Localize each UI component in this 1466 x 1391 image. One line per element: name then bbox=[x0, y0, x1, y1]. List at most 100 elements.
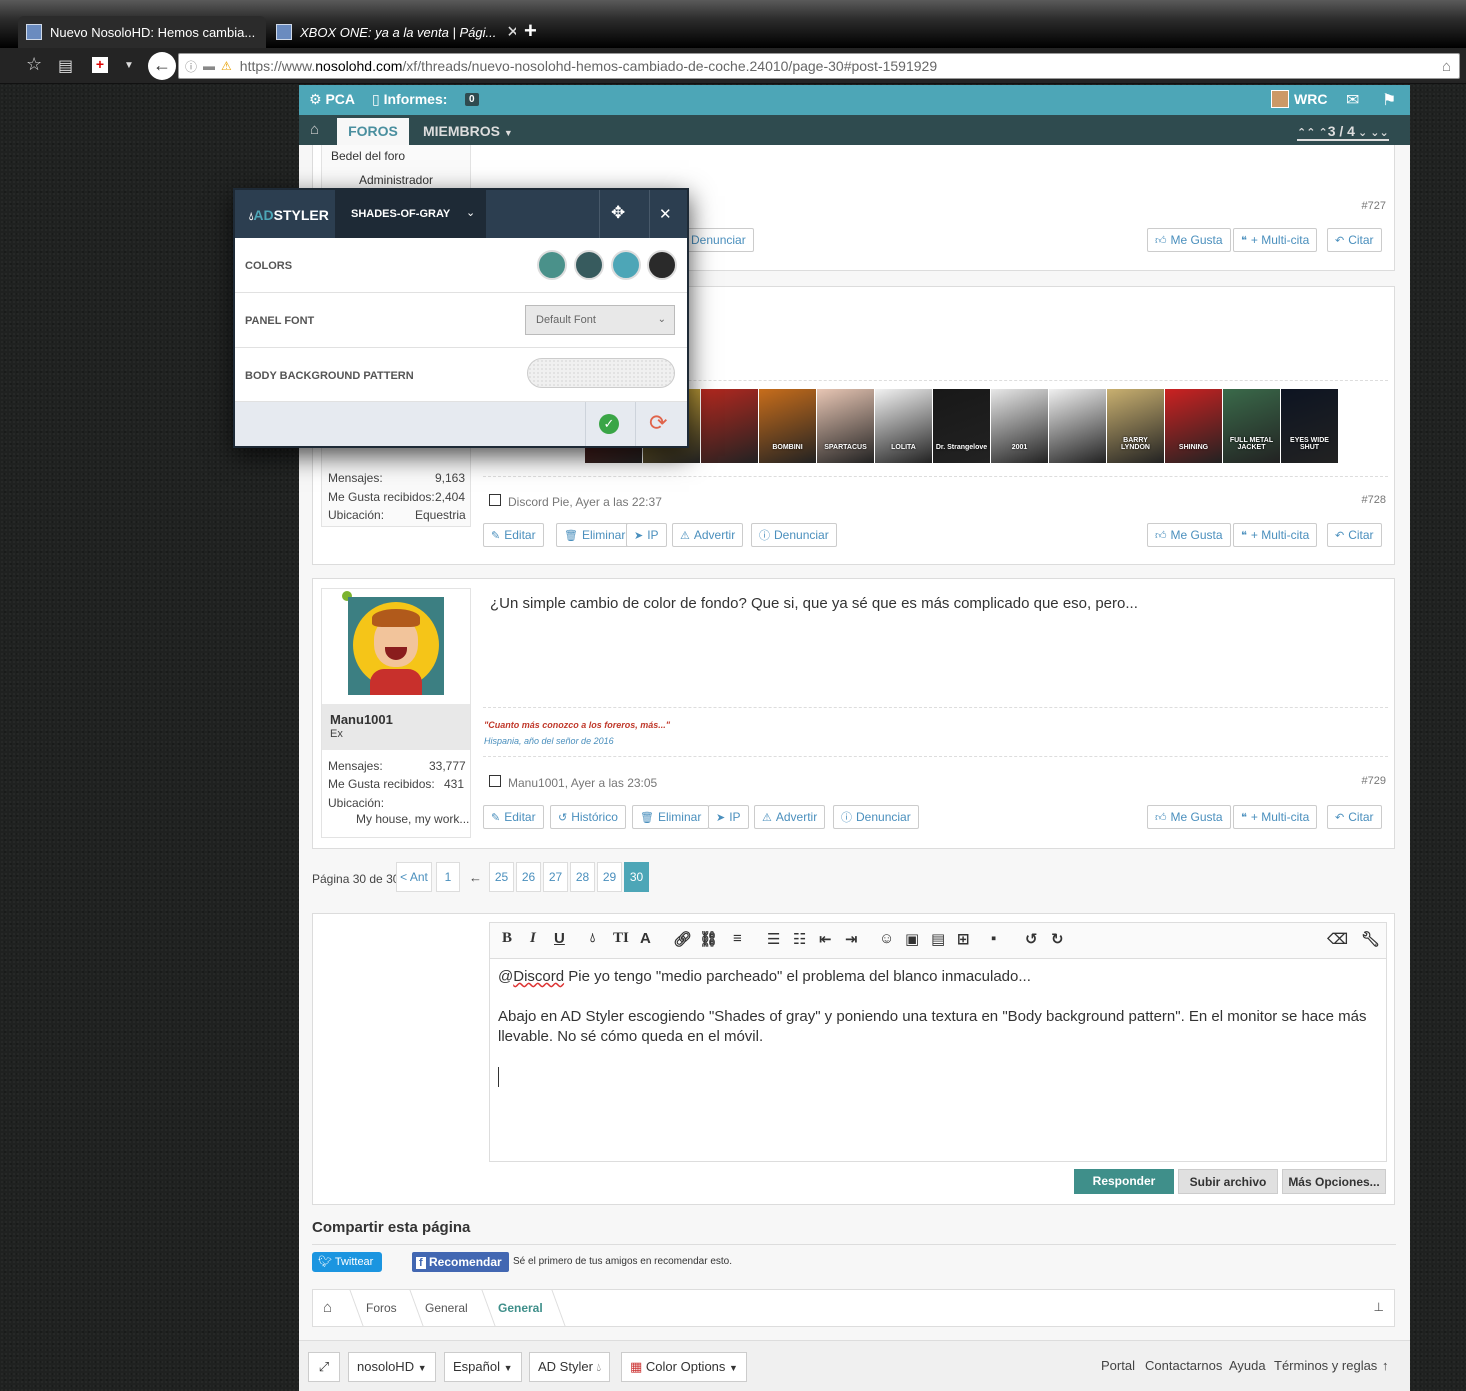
page-jump-icon[interactable]: ← bbox=[469, 870, 482, 885]
ip-button[interactable]: ➤ IP bbox=[626, 523, 667, 547]
close-icon[interactable]: ✕ bbox=[659, 205, 672, 223]
fullscreen-button[interactable]: ⤢ bbox=[308, 1352, 340, 1382]
tab-foros[interactable]: FOROS bbox=[337, 118, 409, 145]
close-tab-icon[interactable]: ✕ bbox=[506, 22, 516, 42]
movie-poster[interactable]: Dr. Strangelove bbox=[933, 389, 990, 463]
dropdown-icon[interactable]: ▼ bbox=[124, 60, 134, 71]
envelope-icon[interactable]: ✉ bbox=[1346, 90, 1359, 110]
media-icon[interactable]: ▤ bbox=[931, 930, 945, 948]
undo-icon[interactable]: ↺ bbox=[1025, 930, 1038, 948]
user-menu[interactable]: WRC bbox=[1294, 91, 1327, 107]
theme-select[interactable]: SHADES-OF-GRAY ⌄ bbox=[335, 190, 486, 238]
redo-icon[interactable]: ↻ bbox=[1051, 930, 1064, 948]
home-icon[interactable]: ⌂ bbox=[323, 1299, 332, 1316]
warning-lock-icon[interactable]: ⚠ bbox=[221, 59, 232, 73]
move-icon[interactable]: ✥ bbox=[611, 203, 625, 223]
browser-tab[interactable]: XBOX ONE: ya a la venta | Pági... ✕ bbox=[268, 16, 516, 48]
footer-link-portal[interactable]: Portal bbox=[1101, 1358, 1135, 1373]
avatar[interactable] bbox=[348, 597, 444, 695]
movie-poster[interactable]: LOLITA bbox=[875, 389, 932, 463]
quote-button[interactable]: ↶ Citar bbox=[1327, 523, 1382, 547]
post-number[interactable]: #727 bbox=[1362, 200, 1386, 212]
facebook-recommend-button[interactable]: f Recomendar bbox=[412, 1252, 509, 1272]
link-icon[interactable]: 🔗︎ bbox=[673, 930, 692, 948]
home-icon[interactable]: ⌂ bbox=[310, 121, 319, 138]
font-family-icon[interactable]: A bbox=[640, 930, 651, 947]
numbered-list-icon[interactable]: ☷ bbox=[793, 930, 806, 948]
flag-icon[interactable]: ⚑ bbox=[1382, 90, 1396, 110]
address-bar[interactable]: ⓘ ▬ ⚠ https://www.nosolohd.com/xf/thread… bbox=[178, 53, 1460, 79]
wrench-icon[interactable]: 🔧︎ bbox=[1361, 930, 1380, 948]
crumb-foros[interactable]: Foros bbox=[366, 1301, 397, 1315]
save-icon[interactable]: ▪ bbox=[991, 930, 996, 947]
scroll-top-icon[interactable]: ↑ bbox=[1382, 1358, 1389, 1373]
pattern-picker[interactable] bbox=[527, 358, 675, 388]
multiquote-button[interactable]: ❝ + Multi-cita bbox=[1233, 805, 1318, 829]
delete-button[interactable]: 🗑︎ Eliminar bbox=[632, 805, 710, 829]
browser-tab-active[interactable]: Nuevo NosoloHD: Hemos cambia... ✕ bbox=[18, 16, 266, 48]
movie-poster[interactable]: BOMBINI bbox=[759, 389, 816, 463]
select-checkbox[interactable] bbox=[489, 494, 501, 506]
more-options-button[interactable]: Más Opciones... bbox=[1282, 1169, 1386, 1194]
crumb-general[interactable]: General bbox=[425, 1301, 468, 1315]
ad-styler-button[interactable]: AD Styler 💧︎ bbox=[529, 1352, 610, 1382]
tweet-button[interactable]: 🐦︎ Twittear bbox=[312, 1252, 382, 1272]
page-26[interactable]: 26 bbox=[516, 862, 541, 892]
avatar[interactable] bbox=[1271, 90, 1289, 108]
quote-button[interactable]: ↶ Citar bbox=[1327, 228, 1382, 252]
smiley-icon[interactable]: ☺ bbox=[879, 930, 894, 947]
image-icon[interactable]: ▣ bbox=[905, 930, 919, 948]
home-icon[interactable]: ⌂ bbox=[1442, 58, 1451, 75]
multiquote-button[interactable]: ❝ + Multi-cita bbox=[1233, 228, 1318, 252]
reset-icon[interactable]: ⟳ bbox=[649, 410, 667, 436]
style-chooser[interactable]: nosoloHD ▼ bbox=[348, 1352, 436, 1382]
addon-cross-icon[interactable]: + bbox=[92, 57, 108, 73]
page-27[interactable]: 27 bbox=[543, 862, 568, 892]
movie-poster[interactable]: 2001 bbox=[991, 389, 1048, 463]
insert-icon[interactable]: ⊞ bbox=[957, 930, 970, 948]
info-icon[interactable]: ⓘ bbox=[185, 58, 197, 75]
eraser-icon[interactable]: ⌫ bbox=[1327, 930, 1348, 948]
footer-link-terms[interactable]: Términos y reglas bbox=[1274, 1358, 1377, 1373]
footer-link-help[interactable]: Ayuda bbox=[1229, 1358, 1266, 1373]
history-button[interactable]: ↺ Histórico bbox=[550, 805, 626, 829]
edit-button[interactable]: ✎ Editar bbox=[483, 523, 544, 547]
movie-poster[interactable]: EYES WIDE SHUT bbox=[1281, 389, 1338, 463]
report-button[interactable]: Denunciar bbox=[683, 228, 754, 252]
align-icon[interactable]: ≡ bbox=[733, 930, 742, 947]
username-link[interactable]: Manu1001 bbox=[330, 712, 393, 727]
warn-button[interactable]: ⚠ Advertir bbox=[672, 523, 744, 547]
color-swatch-2[interactable] bbox=[574, 250, 604, 280]
report-button[interactable]: ⓘ Denunciar bbox=[833, 805, 919, 829]
bullet-list-icon[interactable]: ☰ bbox=[767, 930, 780, 948]
color-options-button[interactable]: ▦ Color Options ▼ bbox=[621, 1352, 747, 1382]
page-prev[interactable]: < Ant bbox=[396, 862, 432, 892]
like-button[interactable]: 👍︎ Me Gusta bbox=[1147, 523, 1231, 547]
color-drop-icon[interactable]: 💧︎ bbox=[590, 930, 595, 946]
footer-link-contact[interactable]: Contactarnos bbox=[1145, 1358, 1222, 1373]
reports-link[interactable]: ▯ Informes: bbox=[372, 91, 447, 108]
crumb-current[interactable]: General bbox=[498, 1301, 543, 1315]
movie-poster[interactable]: BARRY LYNDON bbox=[1107, 389, 1164, 463]
tab-miembros[interactable]: MIEMBROS ▼ bbox=[423, 123, 513, 139]
select-checkbox[interactable] bbox=[489, 775, 501, 787]
warn-button[interactable]: ⚠ Advertir bbox=[754, 805, 826, 829]
color-swatch-3[interactable] bbox=[611, 250, 641, 280]
movie-poster[interactable]: SPARTACUS bbox=[817, 389, 874, 463]
apply-check-icon[interactable]: ✓ bbox=[599, 414, 619, 434]
movie-poster[interactable] bbox=[1049, 389, 1106, 463]
quote-button[interactable]: ↶ Citar bbox=[1327, 805, 1382, 829]
color-swatch-1[interactable] bbox=[537, 250, 567, 280]
page-1[interactable]: 1 bbox=[436, 862, 460, 892]
star-icon[interactable]: ☆ bbox=[26, 54, 42, 75]
font-size-icon[interactable]: TI bbox=[613, 930, 629, 947]
sitemap-icon[interactable]: ⊥ bbox=[1374, 1300, 1384, 1314]
new-tab-button[interactable]: + bbox=[524, 18, 537, 44]
page-30[interactable]: 30 bbox=[624, 862, 649, 892]
like-button[interactable]: 👍︎ Me Gusta bbox=[1147, 228, 1231, 252]
multiquote-button[interactable]: ❝ + Multi-cita bbox=[1233, 523, 1318, 547]
reply-button[interactable]: Responder bbox=[1074, 1169, 1174, 1194]
reader-icon[interactable]: ▤ bbox=[58, 56, 73, 76]
editor-content[interactable]: @Discord Pie yo tengo "medio parcheado" … bbox=[498, 967, 1368, 1087]
thread-pager[interactable]: ⌃⌃ ⌃3 / 4 ⌄ ⌄⌄ bbox=[1297, 123, 1389, 141]
